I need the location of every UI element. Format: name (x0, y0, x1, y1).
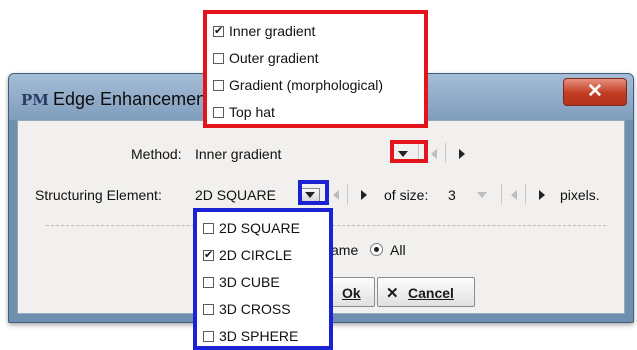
method-value[interactable]: Inner gradient (195, 146, 281, 162)
size-increase-arrow-icon[interactable] (539, 190, 545, 200)
divider (445, 143, 446, 163)
structuring-element-dropdown-menu: 2D SQUARE 2D CIRCLE 3D CUBE 3D CROSS 3D … (193, 208, 333, 350)
checkbox-icon (213, 80, 224, 91)
window-title: Edge Enhancement (53, 89, 212, 109)
checkbox-icon (203, 223, 214, 234)
checkbox-checked-icon (203, 248, 214, 261)
all-radio[interactable] (370, 243, 383, 256)
divider (501, 184, 502, 204)
frame-option-label: ame (331, 242, 359, 258)
close-button[interactable]: ✕ (563, 78, 627, 106)
checkbox-icon (213, 107, 224, 118)
size-decrease-arrow-icon[interactable] (511, 190, 517, 200)
checkbox-icon (213, 53, 224, 64)
checkbox-icon (203, 331, 214, 342)
size-dropdown-arrow-icon[interactable] (477, 192, 487, 198)
divider (347, 184, 348, 204)
checkbox-checked-icon (213, 24, 224, 37)
next-arrow-icon[interactable] (459, 149, 465, 159)
size-label: of size: (384, 187, 429, 203)
ok-button-label: Ok (342, 285, 361, 301)
method-label: Method: (131, 146, 182, 162)
structuring-element-label: Structuring Element: (35, 187, 162, 203)
divider (525, 184, 526, 204)
pixels-unit-label: pixels. (560, 187, 600, 203)
next-arrow-icon[interactable] (361, 190, 367, 200)
checkbox-icon (203, 304, 214, 315)
close-icon: ✕ (587, 81, 603, 102)
cancel-button[interactable]: ✕ Cancel (377, 277, 475, 307)
structuring-element-value[interactable]: 2D SQUARE (195, 187, 276, 203)
cancel-x-icon: ✕ (386, 285, 399, 302)
previous-arrow-icon[interactable] (431, 149, 437, 159)
structuring-element-dropdown-highlight (298, 180, 329, 205)
all-option-label: All (390, 242, 406, 258)
ok-button[interactable]: Ok (327, 277, 375, 307)
checkbox-icon (203, 277, 214, 288)
previous-arrow-icon[interactable] (333, 190, 339, 200)
method-dropdown-highlight (390, 140, 428, 163)
size-value[interactable]: 3 (448, 187, 456, 203)
app-logo-icon: PM (21, 91, 49, 109)
method-dropdown-menu: Inner gradient Outer gradient Gradient (… (203, 10, 428, 128)
cancel-button-label: Cancel (408, 285, 454, 301)
